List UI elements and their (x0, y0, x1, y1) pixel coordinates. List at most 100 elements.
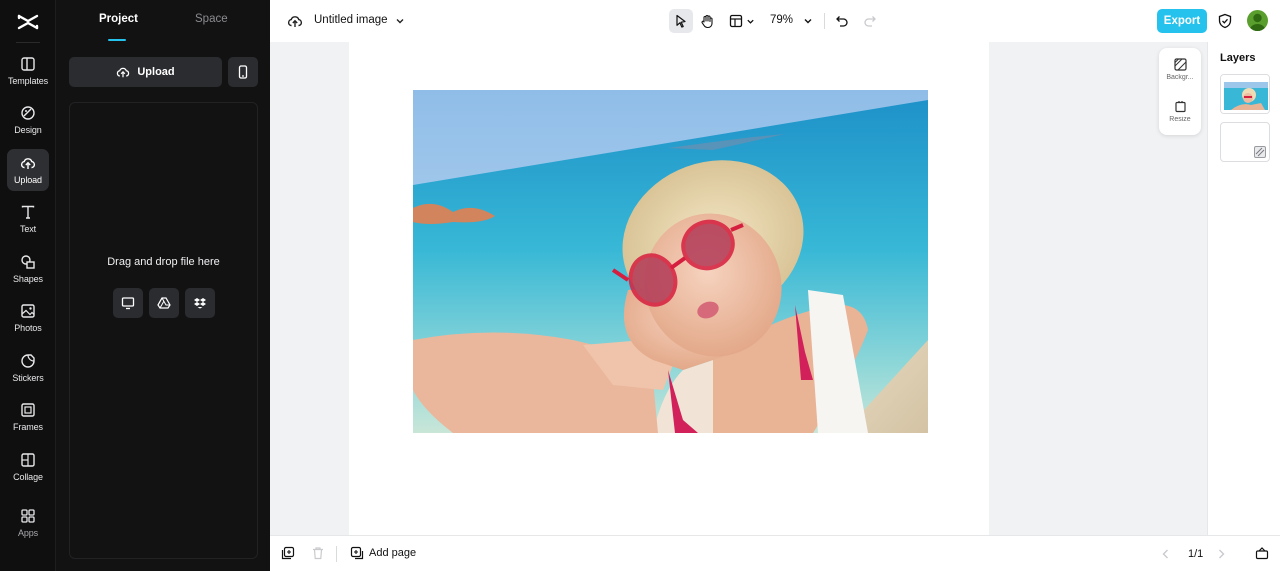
capcut-logo-icon[interactable] (17, 11, 39, 33)
rail-item-shapes[interactable]: Shapes (7, 248, 49, 290)
layers-title: Layers (1220, 52, 1256, 64)
background-icon (1173, 58, 1187, 71)
layer-background-thumbnail[interactable] (1220, 122, 1270, 162)
canvas-area[interactable]: Backgr... Resize (270, 42, 1207, 535)
rail-item-label: Photos (14, 323, 42, 333)
photo-image (413, 90, 928, 433)
duplicate-page-icon[interactable] (281, 546, 295, 560)
beach-selfie-photo[interactable] (413, 90, 928, 433)
add-page-button[interactable]: Add page (350, 546, 416, 560)
upload-panel: Project Space Upload Drag and drop file … (56, 0, 270, 571)
design-page[interactable] (349, 42, 989, 535)
page-indicator: 1/1 (1188, 548, 1204, 560)
page-manager-icon[interactable] (1255, 546, 1269, 560)
frames-icon (21, 403, 35, 417)
rail-item-label: Apps (17, 528, 39, 538)
rail-item-label: Upload (14, 175, 42, 185)
upload-sources (113, 288, 215, 318)
rail-item-label: Shapes (13, 274, 43, 284)
layers-panel: Layers (1207, 42, 1280, 535)
export-button[interactable]: Export (1157, 9, 1207, 33)
rail-item-photos[interactable]: Photos (7, 297, 49, 339)
upload-from-phone-button[interactable] (228, 57, 258, 87)
hand-tool-button[interactable] (695, 9, 719, 33)
pointer-icon (676, 14, 686, 28)
drop-zone-text: Drag and drop file here (107, 256, 220, 268)
phone-icon (238, 65, 248, 79)
chevron-down-icon[interactable] (395, 16, 405, 26)
rail-item-collage[interactable]: Collage (7, 446, 49, 488)
next-page-icon[interactable] (1215, 548, 1227, 560)
add-page-label: Add page (369, 547, 417, 559)
background-tool-label: Backgr... (1166, 74, 1194, 81)
rail-divider (16, 42, 40, 43)
resize-tool-button[interactable]: Resize (1159, 100, 1201, 123)
stickers-icon (21, 354, 35, 368)
shield-check-icon[interactable] (1217, 13, 1233, 29)
text-icon (21, 205, 35, 219)
hand-icon (700, 14, 713, 28)
rail-item-text[interactable]: Text (7, 198, 49, 240)
tab-project[interactable]: Project (99, 13, 138, 25)
zoom-chevron-down-icon[interactable] (803, 16, 813, 26)
active-tab-indicator (108, 39, 126, 41)
redo-icon (864, 16, 876, 27)
bottom-divider (336, 546, 337, 562)
redo-button[interactable] (858, 9, 882, 33)
rail-item-stickers[interactable]: Stickers (7, 347, 49, 389)
rail-item-apps[interactable]: Apps (7, 502, 49, 544)
layout-dropdown[interactable] (726, 9, 758, 33)
layer-photo-image (1221, 75, 1269, 113)
upload-from-google-drive-button[interactable] (149, 288, 179, 318)
rail-item-label: Stickers (12, 373, 44, 383)
photos-icon (21, 304, 35, 318)
avatar[interactable] (1247, 10, 1268, 31)
select-tool-button[interactable] (669, 9, 693, 33)
document-title[interactable]: Untitled image (314, 14, 388, 26)
upload-icon (20, 158, 36, 169)
cloud-sync-icon[interactable] (287, 13, 303, 29)
rail-item-label: Frames (13, 422, 43, 432)
user-avatar-icon (1249, 13, 1266, 31)
upload-from-dropbox-button[interactable] (185, 288, 215, 318)
background-tool-button[interactable]: Backgr... (1159, 58, 1201, 81)
design-icon (21, 106, 35, 120)
cloud-upload-icon (117, 67, 130, 78)
resize-tool-label: Resize (1169, 116, 1191, 123)
chevron-down-icon (747, 19, 754, 24)
rail-item-label: Text (19, 224, 37, 234)
rail-item-label: Design (14, 125, 42, 135)
computer-icon (121, 297, 135, 310)
undo-icon (836, 16, 848, 27)
bottom-bar: Add page 1/1 (270, 535, 1280, 571)
drop-zone[interactable]: Drag and drop file here (69, 102, 258, 559)
collage-icon (21, 453, 35, 467)
add-page-icon (350, 546, 364, 560)
undo-button[interactable] (830, 9, 854, 33)
tab-space[interactable]: Space (195, 13, 228, 25)
previous-page-icon[interactable] (1160, 548, 1172, 560)
rail-item-label: Templates (7, 76, 49, 86)
upload-from-computer-button[interactable] (113, 288, 143, 318)
rail-item-upload[interactable]: Upload (7, 149, 49, 191)
delete-page-icon[interactable] (311, 546, 325, 560)
resize-icon (1174, 101, 1186, 113)
templates-icon (21, 57, 35, 71)
dropbox-icon (194, 298, 206, 309)
rail-item-frames[interactable]: Frames (7, 396, 49, 438)
rail-item-design[interactable]: Design (7, 99, 49, 141)
shapes-icon (21, 255, 35, 269)
upload-button-label: Upload (137, 66, 175, 78)
toolbar-divider (824, 13, 825, 29)
zoom-level[interactable]: 79% (770, 14, 793, 26)
floating-tools-panel: Backgr... Resize (1159, 48, 1201, 135)
upload-button[interactable]: Upload (69, 57, 222, 87)
apps-icon (21, 509, 35, 523)
rail-item-templates[interactable]: Templates (7, 50, 49, 92)
layer-photo-thumbnail[interactable] (1220, 74, 1270, 114)
rail-item-label: Collage (13, 472, 43, 482)
layout-icon (729, 14, 743, 28)
google-drive-icon (157, 297, 171, 309)
background-layer-icon (1254, 146, 1266, 158)
top-bar: Untitled image 79% Export (270, 0, 1280, 42)
